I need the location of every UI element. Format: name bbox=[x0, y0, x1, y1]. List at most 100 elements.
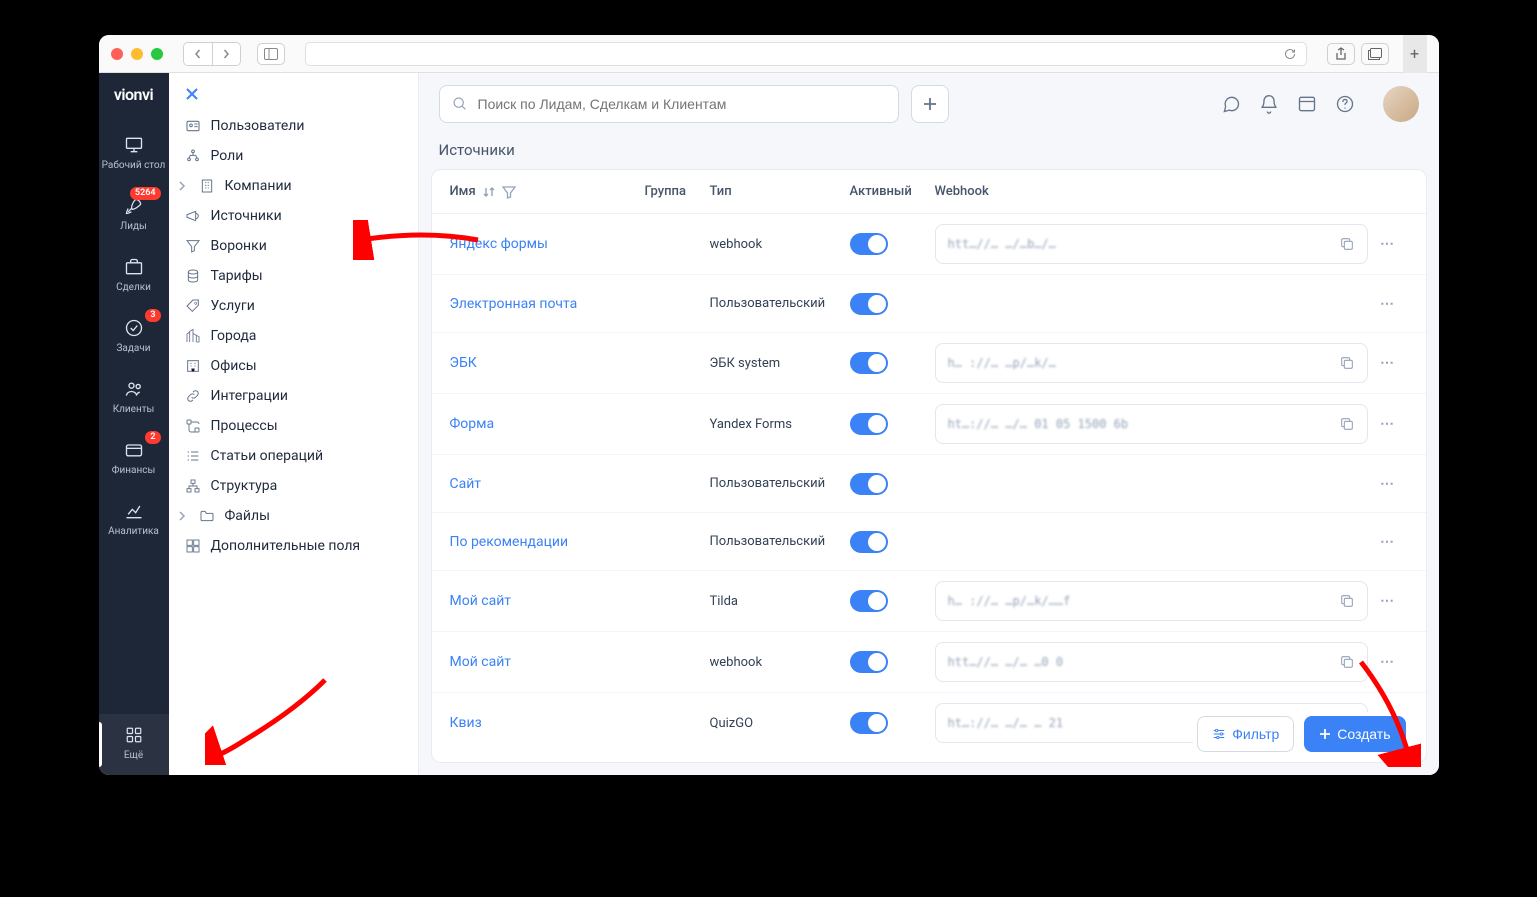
rail-item-finance[interactable]: 2 Финансы bbox=[99, 429, 169, 490]
maximize-window-button[interactable] bbox=[151, 48, 163, 60]
source-name-link[interactable]: Мой сайт bbox=[450, 593, 512, 609]
search-box[interactable] bbox=[439, 85, 899, 123]
source-name-link[interactable]: ЭБК bbox=[450, 355, 477, 371]
source-name-link[interactable]: Электронная почта bbox=[450, 296, 578, 312]
new-tab-button[interactable]: + bbox=[1403, 35, 1427, 73]
sort-icon[interactable] bbox=[482, 185, 496, 199]
active-toggle[interactable] bbox=[850, 531, 888, 553]
source-name-link[interactable]: Яндекс формы bbox=[450, 236, 548, 252]
source-name-link[interactable]: Сайт bbox=[450, 476, 482, 492]
help-icon[interactable] bbox=[1335, 94, 1355, 114]
row-more-button[interactable]: ⋯ bbox=[1380, 593, 1395, 609]
filter-button[interactable]: Фильтр bbox=[1197, 716, 1294, 752]
bell-icon[interactable] bbox=[1259, 94, 1279, 114]
forward-button[interactable] bbox=[212, 43, 240, 65]
column-header-webhook[interactable]: Webhook bbox=[935, 184, 1368, 199]
row-more-button[interactable]: ⋯ bbox=[1380, 654, 1395, 670]
search-input[interactable] bbox=[478, 96, 886, 112]
sidebar-toggle-button[interactable] bbox=[257, 43, 285, 65]
sidebar-item-custom-fields[interactable]: Дополнительные поля bbox=[169, 531, 418, 561]
address-bar[interactable] bbox=[305, 42, 1307, 66]
filter-icon[interactable] bbox=[502, 185, 516, 199]
sidebar-item-structure[interactable]: Структура bbox=[169, 471, 418, 501]
sidebar-item-funnels[interactable]: Воронки bbox=[169, 231, 418, 261]
row-more-button[interactable]: ⋯ bbox=[1380, 416, 1395, 432]
sidebar-item-tariffs[interactable]: Тарифы bbox=[169, 261, 418, 291]
sidebar-item-sources[interactable]: Источники bbox=[169, 201, 418, 231]
minimize-window-button[interactable] bbox=[131, 48, 143, 60]
row-more-button[interactable]: ⋯ bbox=[1380, 476, 1395, 492]
webhook-box: htt…//… …/…b…/… bbox=[935, 224, 1368, 264]
sidebar-item-roles[interactable]: Роли bbox=[169, 141, 418, 171]
rail-item-tasks[interactable]: 3 Задачи bbox=[99, 307, 169, 368]
nav-rail: vionvi Рабочий стол 5264 Лиды Сделки 3 З… bbox=[99, 73, 169, 775]
active-toggle[interactable] bbox=[850, 233, 888, 255]
copy-icon[interactable] bbox=[1339, 236, 1355, 252]
copy-icon[interactable] bbox=[1339, 593, 1355, 609]
copy-icon[interactable] bbox=[1339, 355, 1355, 371]
share-button[interactable] bbox=[1327, 43, 1355, 65]
webhook-box: h… ://… …p/…k/……f bbox=[935, 581, 1368, 621]
sidebar-item-processes[interactable]: Процессы bbox=[169, 411, 418, 441]
browser-nav-buttons bbox=[183, 42, 241, 66]
cell-active bbox=[850, 712, 935, 734]
active-toggle[interactable] bbox=[850, 413, 888, 435]
rail-item-more[interactable]: Ещё bbox=[99, 714, 169, 775]
cell-active bbox=[850, 233, 935, 255]
active-toggle[interactable] bbox=[850, 293, 888, 315]
funnel-icon bbox=[185, 238, 201, 254]
active-toggle[interactable] bbox=[850, 352, 888, 374]
active-toggle[interactable] bbox=[850, 473, 888, 495]
sidebar-item-files[interactable]: Файлы bbox=[169, 501, 418, 531]
sidebar-item-cities[interactable]: Города bbox=[169, 321, 418, 351]
webhook-url: htt…//… …/…b…/… bbox=[948, 237, 1331, 251]
rail-item-clients[interactable]: Клиенты bbox=[99, 368, 169, 429]
rail-item-dashboard[interactable]: Рабочий стол bbox=[99, 124, 169, 185]
sidebar-item-services[interactable]: Услуги bbox=[169, 291, 418, 321]
column-header-name[interactable]: Имя bbox=[450, 184, 476, 199]
sidebar-item-offices[interactable]: Офисы bbox=[169, 351, 418, 381]
row-more-button[interactable]: ⋯ bbox=[1380, 236, 1395, 252]
close-window-button[interactable] bbox=[111, 48, 123, 60]
sidebar-item-users[interactable]: Пользователи bbox=[169, 111, 418, 141]
sidebar-item-companies[interactable]: Компании bbox=[169, 171, 418, 201]
column-header-group[interactable]: Группа bbox=[645, 184, 710, 199]
brand-logo: vionvi bbox=[114, 85, 153, 104]
source-name-link[interactable]: Форма bbox=[450, 416, 495, 432]
building-icon bbox=[199, 178, 215, 194]
row-more-button[interactable]: ⋯ bbox=[1380, 355, 1395, 371]
row-more-button[interactable]: ⋯ bbox=[1380, 296, 1395, 312]
sidebar-item-operation-articles[interactable]: Статьи операций bbox=[169, 441, 418, 471]
source-name-link[interactable]: Квиз bbox=[450, 715, 482, 731]
tabs-button[interactable] bbox=[1361, 43, 1389, 65]
active-toggle[interactable] bbox=[850, 712, 888, 734]
copy-icon[interactable] bbox=[1339, 654, 1355, 670]
add-button[interactable] bbox=[911, 85, 949, 123]
tasks-badge: 3 bbox=[145, 309, 160, 322]
window-icon[interactable] bbox=[1297, 94, 1317, 114]
table-row: По рекомендацииПользовательский⋯ bbox=[432, 513, 1426, 571]
chat-icon[interactable] bbox=[1221, 94, 1241, 114]
user-avatar[interactable] bbox=[1383, 86, 1419, 122]
column-header-type[interactable]: Тип bbox=[710, 184, 850, 199]
create-button[interactable]: Создать bbox=[1304, 716, 1405, 752]
source-name-link[interactable]: По рекомендации bbox=[450, 534, 569, 550]
side-panel-close-button[interactable] bbox=[169, 81, 418, 111]
rail-item-analytics[interactable]: Аналитика bbox=[99, 490, 169, 551]
traffic-lights bbox=[111, 48, 163, 60]
rail-item-leads[interactable]: 5264 Лиды bbox=[99, 185, 169, 246]
table-header: Имя Группа Тип Активный Webhook bbox=[432, 170, 1426, 214]
list-icon bbox=[185, 448, 201, 464]
back-button[interactable] bbox=[184, 43, 212, 65]
active-toggle[interactable] bbox=[850, 590, 888, 612]
column-header-active[interactable]: Активный bbox=[850, 184, 935, 199]
copy-icon[interactable] bbox=[1339, 416, 1355, 432]
reload-icon bbox=[1284, 48, 1296, 60]
rail-item-deals[interactable]: Сделки bbox=[99, 246, 169, 307]
row-more-button[interactable]: ⋯ bbox=[1380, 534, 1395, 550]
source-name-link[interactable]: Мой сайт bbox=[450, 654, 512, 670]
sidebar-item-integrations[interactable]: Интеграции bbox=[169, 381, 418, 411]
sidebar-item-label: Тарифы bbox=[211, 268, 263, 284]
table-row: Мой сайтwebhookhtt…//… …/… …0 0⋯ bbox=[432, 632, 1426, 693]
active-toggle[interactable] bbox=[850, 651, 888, 673]
